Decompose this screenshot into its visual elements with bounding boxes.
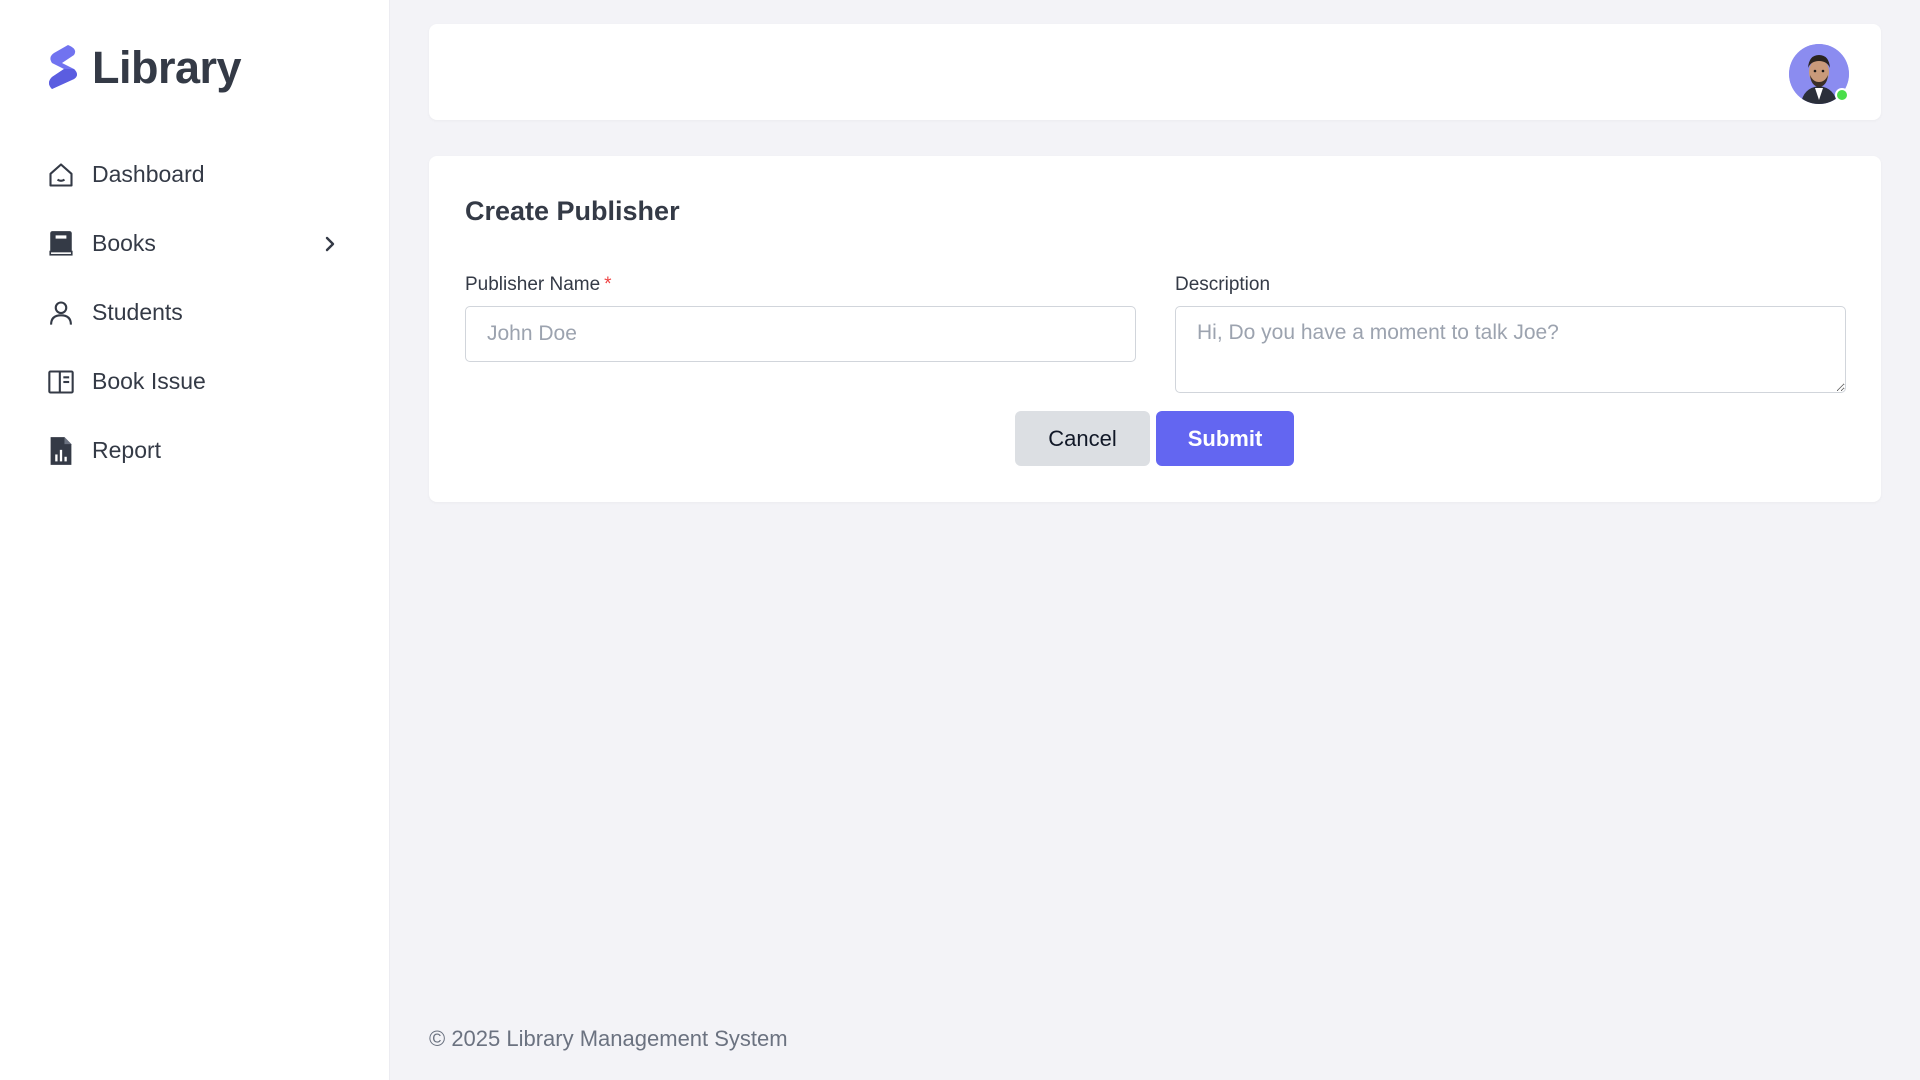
top-bar — [429, 24, 1881, 120]
description-textarea[interactable] — [1175, 306, 1846, 393]
sidebar-item-label: Book Issue — [92, 368, 206, 394]
logo-icon — [49, 45, 77, 89]
footer-copyright: © 2025 Library Management System — [429, 1026, 788, 1051]
sidebar-item-label: Students — [92, 299, 183, 325]
page-title: Create Publisher — [465, 196, 680, 226]
book-icon — [46, 229, 76, 259]
publisher-name-label: Publisher Name * — [465, 274, 612, 296]
user-icon — [46, 298, 76, 328]
sidebar-item-label: Dashboard — [92, 161, 205, 187]
sidebar-item-dashboard[interactable]: Dashboard — [46, 140, 346, 209]
sidebar-item-book-issue[interactable]: Book Issue — [46, 347, 346, 416]
report-icon — [46, 436, 76, 466]
sidebar-item-books[interactable]: Books — [46, 209, 346, 278]
description-label: Description — [1175, 274, 1271, 295]
required-marker: * — [604, 274, 612, 295]
home-icon — [46, 160, 76, 190]
book-open-icon — [46, 367, 76, 397]
brand[interactable]: Library — [46, 42, 242, 94]
sidebar-nav: Dashboard Books Students Book Issue Repo… — [46, 140, 346, 485]
publisher-name-input[interactable] — [465, 306, 1136, 362]
chevron-right-icon — [325, 236, 335, 251]
sidebar: Library Dashboard Books Students Book Is… — [0, 0, 390, 1080]
sidebar-item-report[interactable]: Report — [46, 416, 346, 485]
sidebar-item-label: Report — [92, 437, 162, 463]
cancel-button[interactable]: Cancel — [1015, 411, 1150, 466]
sidebar-item-students[interactable]: Students — [46, 278, 346, 347]
online-status-indicator — [1835, 88, 1849, 102]
submit-button[interactable]: Submit — [1156, 411, 1294, 466]
user-avatar[interactable] — [1789, 44, 1849, 104]
sidebar-item-label: Books — [92, 230, 156, 256]
create-publisher-card: Create Publisher Publisher Name* Descrip… — [429, 156, 1881, 502]
publisher-name-label-text: Publisher Name — [465, 274, 601, 295]
brand-name: Library — [92, 42, 242, 93]
